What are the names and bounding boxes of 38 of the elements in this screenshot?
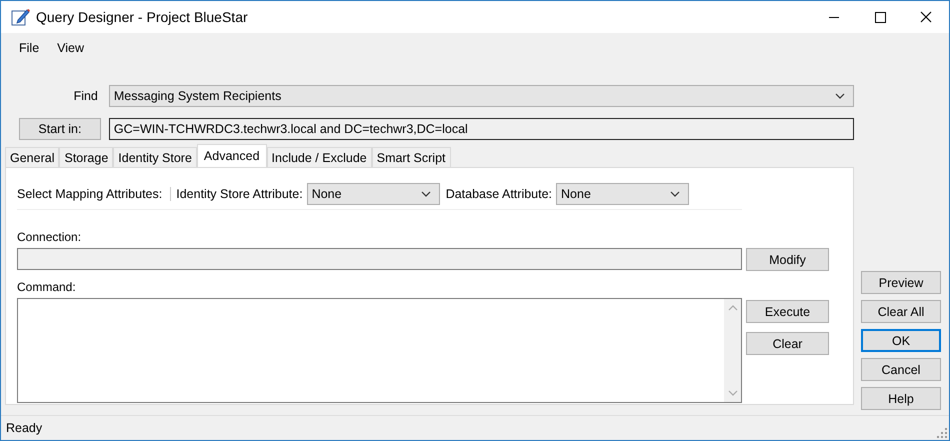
start-in-button[interactable]: Start in: (19, 118, 101, 140)
scroll-down-icon[interactable] (728, 390, 738, 396)
start-in-field[interactable]: GC=WIN-TCHWRDC3.techwr3.local and DC=techwr3,DC=local (108, 118, 854, 140)
modify-button[interactable]: Modify (746, 248, 829, 271)
tab[interactable]: Identity Store (113, 147, 197, 167)
tab[interactable]: Smart Script (372, 147, 450, 167)
find-label: Find (72, 89, 98, 103)
command-button[interactable]: Execute (746, 300, 829, 323)
dialog-button[interactable]: Clear All (861, 300, 941, 323)
dialog-button[interactable]: Cancel (861, 358, 941, 381)
pencil-icon (10, 7, 30, 27)
dialog-button[interactable]: Help (861, 387, 941, 410)
resize-grip-icon[interactable] (937, 428, 947, 438)
tab[interactable]: Include / Exclude (266, 147, 372, 167)
attribute-dropdown[interactable]: None (306, 183, 440, 205)
scroll-up-icon[interactable] (728, 305, 738, 311)
status-text: Ready (6, 421, 42, 435)
tab[interactable]: Storage (59, 147, 114, 167)
chevron-down-icon (835, 93, 845, 99)
dialog-button[interactable]: Preview (861, 271, 941, 294)
attribute-dropdown[interactable]: None (556, 183, 690, 205)
connection-field[interactable] (17, 248, 742, 270)
chevron-down-icon (670, 191, 680, 197)
mapping-label: Select Mapping Attributes: (17, 187, 162, 201)
command-field[interactable] (17, 298, 742, 403)
command-button[interactable]: Clear (746, 332, 829, 355)
tab[interactable]: Advanced (196, 144, 267, 167)
connection-label: Connection: (17, 230, 82, 244)
tab[interactable]: General (5, 147, 60, 167)
window-title: Query Designer - Project BlueStar (36, 9, 249, 25)
command-label: Command: (17, 280, 77, 294)
find-dropdown[interactable]: Messaging System Recipients (108, 85, 854, 107)
attribute-label: Database Attribute: (446, 187, 552, 201)
menu-item[interactable]: File (10, 41, 48, 55)
menu-item[interactable]: View (48, 41, 94, 55)
chevron-down-icon (420, 191, 431, 197)
dialog-button[interactable]: OK (861, 329, 941, 352)
attribute-label: Identity Store Attribute: (170, 187, 303, 201)
